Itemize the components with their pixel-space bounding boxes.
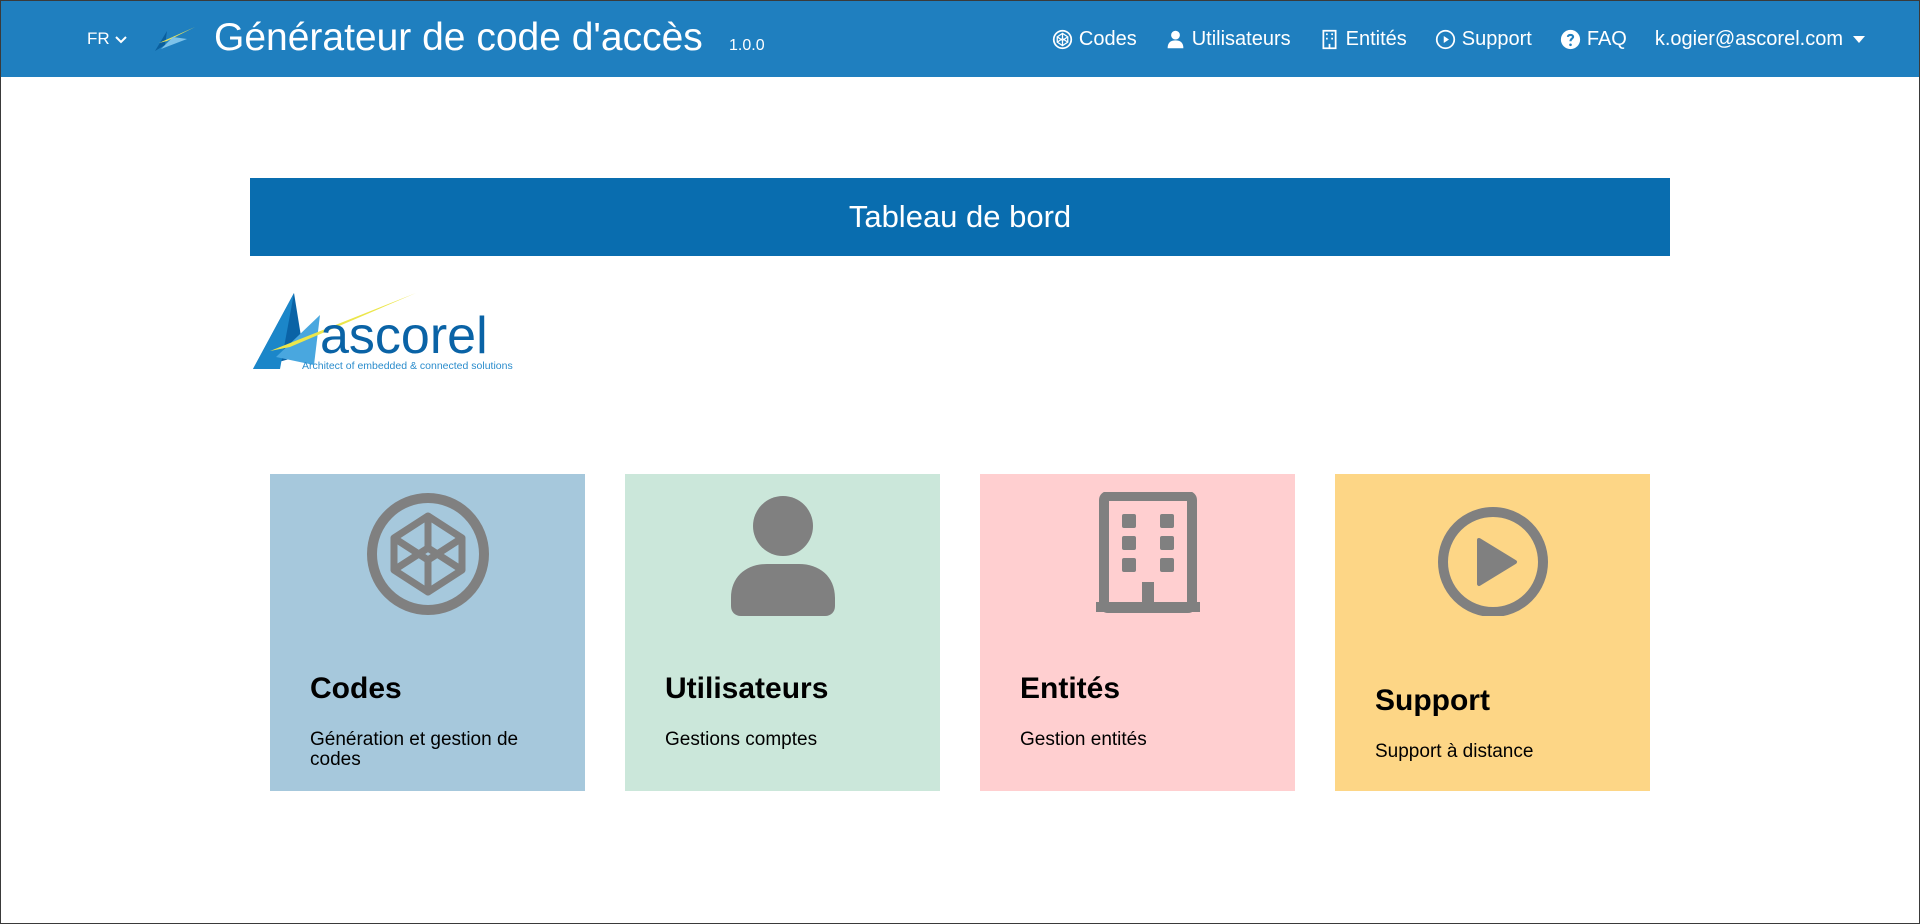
nav-entities-label: Entités <box>1345 27 1407 50</box>
user-icon <box>731 496 835 616</box>
card-codes-description: Génération et gestion de codes <box>310 729 519 770</box>
nav-codes-label: Codes <box>1078 27 1137 50</box>
app-window: FR Générateur de code d'accès 1.0.0 Code… <box>0 0 1920 924</box>
card-support[interactable]: Support Support à distance <box>1335 474 1650 791</box>
dashboard-header: Tableau de bord <box>250 178 1670 256</box>
codepen-icon <box>1052 29 1072 49</box>
play-circle-icon <box>1438 507 1548 616</box>
caret-down-icon <box>1853 35 1865 43</box>
nav-faq[interactable]: FAQ <box>1560 28 1627 51</box>
nav-entities[interactable]: Entités <box>1319 28 1407 51</box>
card-support-title: Support <box>1375 684 1490 717</box>
nav-support-label: Support <box>1461 27 1532 50</box>
nav-users-label: Utilisateurs <box>1191 27 1291 50</box>
language-label: FR <box>87 29 110 48</box>
card-users-description: Gestions comptes <box>665 729 818 750</box>
question-circle-icon <box>1560 29 1580 49</box>
play-circle-icon <box>1435 29 1455 49</box>
nav-faq-label: FAQ <box>1586 27 1627 50</box>
card-entities-description: Gestion entités <box>1020 729 1147 750</box>
nav-codes[interactable]: Codes <box>1052 28 1137 51</box>
logo-wordmark: ascorel <box>320 307 488 365</box>
dashboard-title: Tableau de bord <box>848 199 1072 234</box>
card-support-description: Support à distance <box>1375 741 1534 762</box>
card-users[interactable]: Utilisateurs Gestions comptes <box>625 474 940 791</box>
app-version: 1.0.0 <box>729 37 765 54</box>
top-navbar: FR Générateur de code d'accès 1.0.0 Code… <box>1 1 1919 77</box>
building-icon <box>1096 492 1200 613</box>
card-codes[interactable]: Codes Génération et gestion de codes <box>270 474 585 791</box>
card-codes-title: Codes <box>310 672 402 705</box>
codepen-icon <box>367 493 489 615</box>
language-selector[interactable]: FR <box>87 29 128 49</box>
logo-tagline: Architect of embedded & connected soluti… <box>302 360 513 372</box>
card-entities[interactable]: Entités Gestion entités <box>980 474 1295 791</box>
chevron-down-icon <box>114 36 127 44</box>
account-email: k.ogier@ascorel.com <box>1654 27 1843 50</box>
card-entities-title: Entités <box>1020 672 1121 705</box>
card-users-title: Utilisateurs <box>665 672 829 705</box>
nav-users[interactable]: Utilisateurs <box>1165 28 1291 51</box>
nav-support[interactable]: Support <box>1435 28 1532 51</box>
user-icon <box>1167 30 1184 48</box>
nav-menu: Codes Utilisateurs Entités Support FAQ k… <box>1052 1 1865 77</box>
dashboard-cards: Codes Génération et gestion de codes Uti… <box>270 474 1650 791</box>
company-logo: ascorel Architect of embedded & connecte… <box>253 293 513 372</box>
building-icon <box>1322 29 1337 49</box>
app-title: Générateur de code d'accès <box>214 16 703 59</box>
account-menu[interactable]: k.ogier@ascorel.com <box>1655 28 1865 51</box>
brand-logo-icon <box>155 27 195 51</box>
